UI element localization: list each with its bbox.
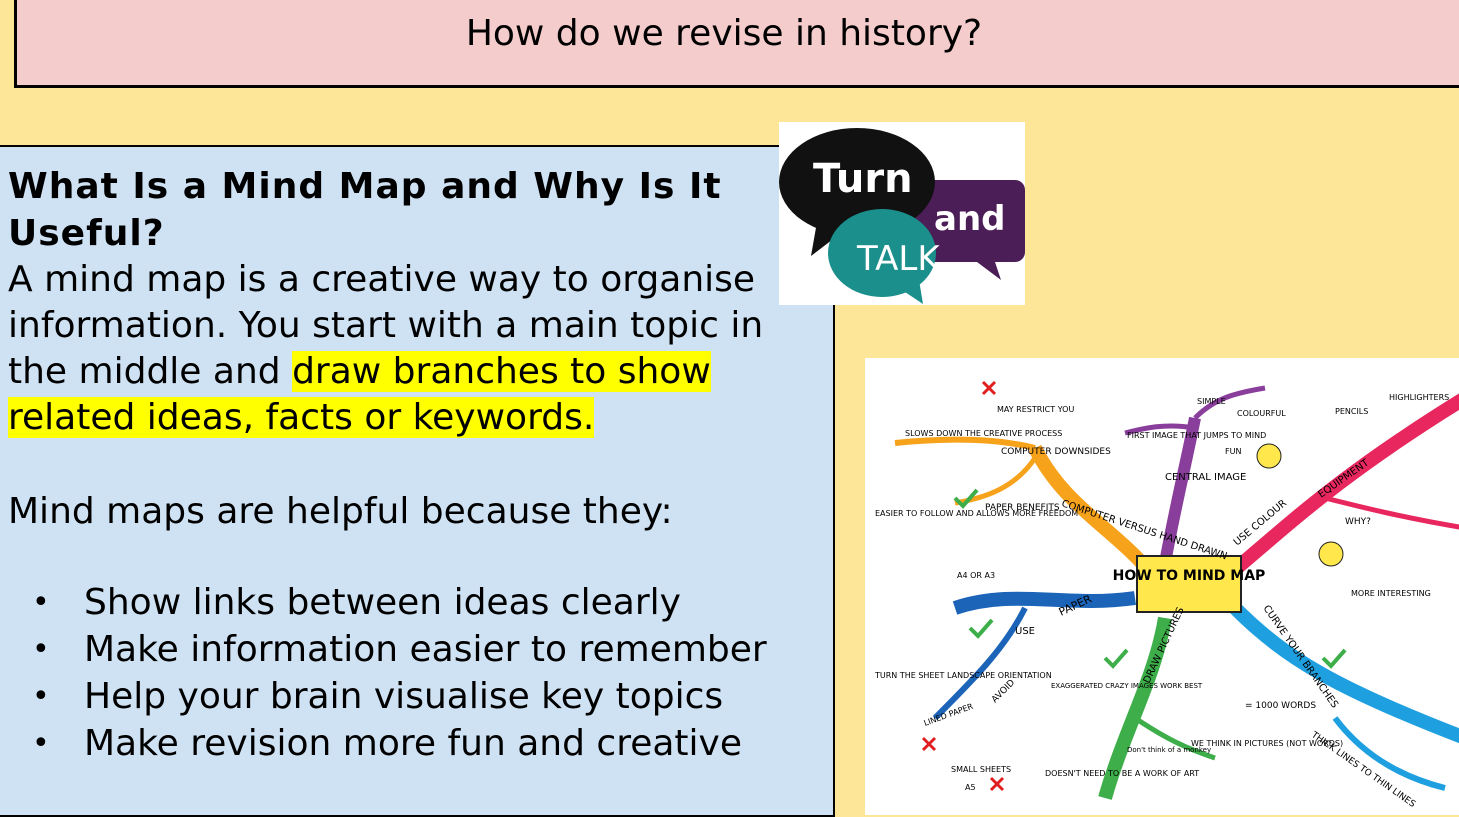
label-a5: A5 xyxy=(965,783,976,792)
label-not-need: DOESN'T NEED TO BE A WORK OF ART xyxy=(1045,769,1199,778)
list-item: • Make revision more fun and creative xyxy=(8,720,833,767)
cross-icon xyxy=(921,736,937,752)
label-landscape: TURN THE SHEET LANDSCAPE ORIENTATION xyxy=(874,671,1052,680)
label-more-interesting: MORE INTERESTING xyxy=(1351,589,1431,598)
bullet-icon: • xyxy=(32,679,50,714)
tick-icon xyxy=(968,618,994,639)
label-exaggerated: EXAGGERATED CRAZY IMAGES WORK BEST xyxy=(1051,682,1203,690)
label-small: SMALL SHEETS xyxy=(951,765,1011,774)
label-first-image: FIRST IMAGE THAT JUMPS TO MIND xyxy=(1127,431,1266,440)
center-label: HOW TO MIND MAP xyxy=(1113,568,1266,584)
talk-label: TALK xyxy=(856,239,941,279)
page-title: How do we revise in history? xyxy=(465,13,983,54)
intro-paragraph: A mind map is a creative way to organise… xyxy=(8,257,808,441)
label-fun: FUN xyxy=(1225,447,1241,456)
tick-icon xyxy=(1321,648,1347,669)
label-central: CENTRAL IMAGE xyxy=(1165,472,1246,483)
list-item: • Show links between ideas clearly xyxy=(8,579,833,626)
label-why: WHY? xyxy=(1345,517,1371,527)
list-item: • Make information easier to remember xyxy=(8,626,833,673)
speech-bubbles-icon: Turn and TALK xyxy=(779,128,1025,304)
turn-label: Turn xyxy=(813,156,913,202)
label-computer: COMPUTER DOWNSIDES xyxy=(1001,447,1111,457)
label-restrict: MAY RESTRICT YOU xyxy=(997,405,1074,414)
label-highlighters: HIGHLIGHTERS xyxy=(1389,393,1449,402)
label-a4: A4 OR A3 xyxy=(957,571,995,580)
benefits-list: • Show links between ideas clearly • Make … xyxy=(8,579,833,767)
info-panel: What Is a Mind Map and Why Is It Useful?… xyxy=(0,145,835,817)
label-slows: SLOWS DOWN THE CREATIVE PROCESS xyxy=(905,429,1062,438)
label-equipment: EQUIPMENT xyxy=(1316,457,1371,500)
bullet-icon: • xyxy=(32,726,50,761)
label-curve: CURVE YOUR BRANCHES xyxy=(1261,603,1340,710)
mind-map-diagram: HOW TO MIND MAP SLOWS DOWN THE CREATIVE … xyxy=(874,380,1459,810)
title-banner: How do we revise in history? xyxy=(14,0,1459,88)
mind-map-illustration: HOW TO MIND MAP SLOWS DOWN THE CREATIVE … xyxy=(865,358,1459,815)
label-pencils: PENCILS xyxy=(1335,407,1368,416)
label-simple: SIMPLE xyxy=(1197,397,1226,406)
label-colourful: COLOURFUL xyxy=(1237,409,1286,418)
label-paper-benefits: PAPER BENEFITS xyxy=(985,503,1060,513)
smiley-icon xyxy=(1318,541,1344,567)
list-item: • Help your brain visualise key topics xyxy=(8,673,833,720)
bullet-icon: • xyxy=(32,585,50,620)
section-heading: What Is a Mind Map and Why Is It Useful? xyxy=(8,166,722,254)
smiley-icon xyxy=(1256,443,1282,469)
and-label: and xyxy=(934,199,1006,239)
label-avoid: AVOID xyxy=(990,678,1017,705)
cross-icon xyxy=(989,776,1005,792)
tick-icon xyxy=(1103,648,1129,669)
turn-and-talk-image: Turn and TALK xyxy=(779,122,1025,305)
cross-icon xyxy=(981,380,997,396)
label-draw-pictures: DRAW PICTURES xyxy=(1142,606,1187,686)
label-thousand: = 1000 WORDS xyxy=(1245,701,1316,711)
bullet-icon: • xyxy=(32,632,50,667)
label-vs: COMPUTER VERSUS HAND DRAWN xyxy=(1060,498,1228,562)
label-use: USE xyxy=(1015,626,1035,637)
helpful-intro: Mind maps are helpful because they: xyxy=(8,491,673,532)
